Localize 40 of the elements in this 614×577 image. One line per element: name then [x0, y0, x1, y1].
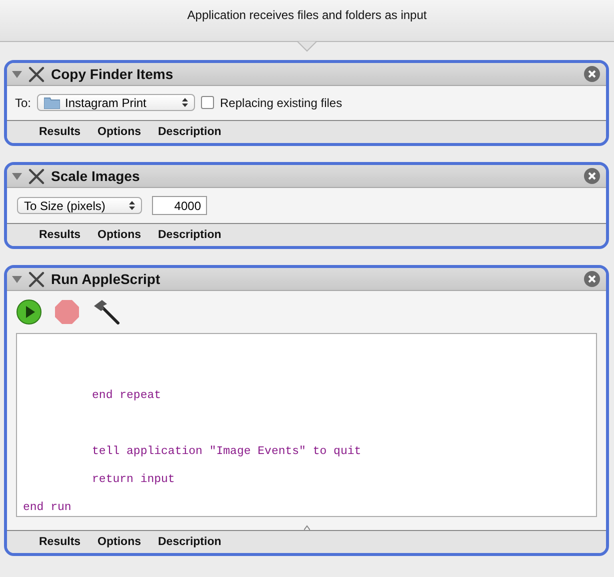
- action-title: Copy Finder Items: [51, 66, 174, 82]
- action-title: Scale Images: [51, 168, 141, 184]
- code-line: tell application "Image Events" to quit: [91, 444, 362, 460]
- stepper-arrows-icon: [182, 98, 188, 107]
- checkbox-label: Replacing existing files: [220, 96, 342, 110]
- resize-grip-icon[interactable]: [304, 525, 310, 530]
- tools-icon: [28, 270, 45, 288]
- checkbox[interactable]: [201, 96, 214, 109]
- close-icon[interactable]: [584, 168, 600, 184]
- disclosure-triangle-icon[interactable]: [12, 172, 22, 180]
- stepper-arrows-icon: [129, 201, 135, 210]
- tools-icon: [28, 168, 45, 184]
- code-line: end repeat: [91, 388, 162, 404]
- footer-tab[interactable]: Results: [39, 536, 81, 548]
- action-title: Run AppleScript: [51, 271, 162, 287]
- footer-tab[interactable]: Options: [98, 229, 141, 241]
- footer-tab[interactable]: Results: [39, 126, 81, 138]
- disclosure-triangle-icon[interactable]: [12, 70, 22, 78]
- footer-tab[interactable]: Description: [158, 229, 222, 241]
- mode-popup[interactable]: To Size (pixels): [17, 197, 142, 214]
- disclosure-triangle-icon[interactable]: [12, 275, 22, 283]
- footer-tab[interactable]: Description: [158, 536, 222, 548]
- footer-tab[interactable]: Description: [158, 126, 222, 138]
- hammer-icon[interactable]: [92, 299, 120, 325]
- stop-icon[interactable]: [54, 299, 80, 325]
- code-editor[interactable]: end repeat tell application "Image Events" to quit return input end run: [16, 333, 597, 517]
- footer-tab[interactable]: Options: [98, 536, 141, 548]
- input-description: Application receives files and folders as input: [187, 8, 427, 23]
- close-icon[interactable]: [584, 66, 600, 82]
- to-label: To:: [15, 96, 32, 110]
- folder-popup[interactable]: Instagram Print: [37, 94, 196, 111]
- run-icon[interactable]: [16, 299, 42, 325]
- code-line: end run: [22, 500, 72, 516]
- size-field[interactable]: 4000: [152, 196, 207, 215]
- tools-icon: [28, 66, 45, 82]
- footer-tab[interactable]: Options: [98, 126, 141, 138]
- folder-icon: [44, 96, 60, 108]
- code-line: return input: [91, 472, 176, 488]
- footer-tab[interactable]: Results: [39, 229, 81, 241]
- close-icon[interactable]: [584, 271, 600, 287]
